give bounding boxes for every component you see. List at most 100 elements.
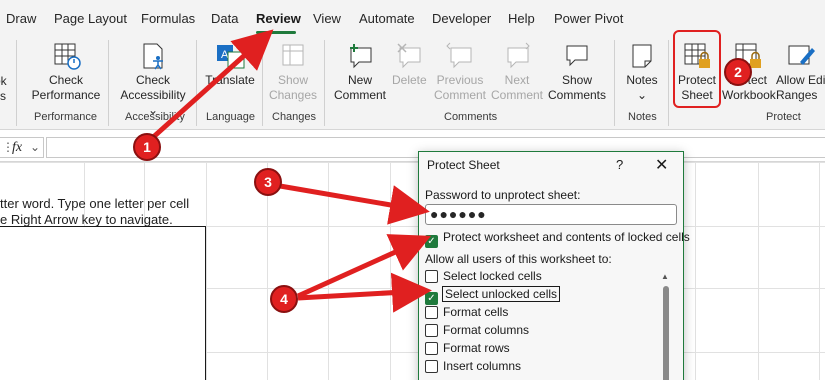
tab-view[interactable]: View (313, 11, 341, 26)
group-label-accessibility: Accessibility (125, 111, 185, 123)
clipped-label-1: ok (0, 74, 7, 88)
allow-edit-ranges-button[interactable]: Allow Edi Ranges (776, 42, 825, 103)
password-field[interactable]: ●●●●●● (425, 204, 677, 225)
new-comment-icon (350, 44, 372, 69)
show-comments-icon (566, 45, 588, 67)
new-comment-label: New Comment (333, 73, 386, 102)
tab-power-pivot[interactable]: Power Pivot (554, 11, 623, 26)
allow-users-label: Allow all users of this worksheet to: (425, 252, 612, 266)
protect-contents-label: Protect worksheet and contents of locked… (443, 230, 690, 244)
checkbox[interactable] (425, 270, 438, 283)
group-separator (108, 40, 109, 126)
group-label-protect: Protect (766, 111, 801, 123)
group-label-notes: Notes (628, 111, 657, 123)
group-separator (16, 40, 17, 126)
tab-review[interactable]: Review (256, 11, 301, 26)
translate-label: Translate (205, 73, 255, 87)
checkbox[interactable] (425, 324, 438, 337)
scrollbar-thumb[interactable] (663, 286, 669, 380)
group-separator (668, 40, 669, 126)
next-comment-label: Next Comment (490, 73, 543, 102)
help-icon[interactable]: ? (616, 157, 623, 172)
show-changes-icon (282, 44, 304, 66)
checkmark-icon[interactable]: ✓ (425, 235, 438, 248)
clipped-label-2: cs (0, 89, 6, 103)
tab-draw[interactable]: Draw (6, 11, 36, 26)
grid-line (206, 162, 207, 380)
option-label: Format columns (443, 323, 530, 337)
protect-contents-checkbox-row[interactable]: ✓ Protect worksheet and contents of locke… (425, 230, 690, 248)
scroll-up-icon[interactable]: ▲ (661, 272, 669, 281)
tab-data[interactable]: Data (211, 11, 238, 26)
cell-instruction-text-1: tter word. Type one letter per cell (0, 196, 190, 211)
fx-icon: fx (12, 140, 23, 155)
clipped-ribbon-button[interactable]: ok cs (0, 74, 12, 104)
previous-comment-label: Previous Comment (433, 73, 486, 102)
option-label: Format rows (443, 341, 510, 355)
password-label: Password to unprotect sheet: (425, 188, 581, 202)
checkbox[interactable] (425, 306, 438, 319)
option-label: Insert columns (443, 359, 522, 373)
notes-label: Notes (626, 73, 658, 87)
check-performance-label: Check Performance (31, 73, 101, 102)
option-format-rows[interactable]: Format rows (425, 341, 510, 357)
check-accessibility-label: Check Accessibility (120, 73, 186, 102)
option-label: Format cells (443, 305, 509, 319)
notes-icon (632, 44, 652, 68)
step-marker-3: 3 (254, 168, 282, 196)
tab-page-layout[interactable]: Page Layout (54, 11, 127, 26)
group-label-language: Language (206, 111, 255, 123)
option-select-unlocked-cells[interactable]: ✓ Select unlocked cells (425, 286, 561, 305)
show-comments-button[interactable]: Show Comments (546, 42, 608, 103)
cell-instruction-text-2: e Right Arrow key to navigate. (0, 212, 173, 227)
grid-line (695, 162, 696, 380)
fx-box[interactable]: ⋮ fx ⌄ (0, 137, 44, 158)
option-format-cells[interactable]: Format cells (425, 305, 508, 321)
performance-grid-icon (54, 43, 81, 70)
new-comment-button[interactable]: New Comment (330, 42, 390, 103)
next-comment-button[interactable]: Next Comment (490, 42, 544, 103)
close-icon[interactable]: ✕ (655, 155, 668, 175)
translate-button[interactable]: A Translate (202, 42, 258, 88)
option-format-columns[interactable]: Format columns (425, 323, 529, 339)
group-label-changes: Changes (272, 111, 317, 123)
show-changes-button[interactable]: Show Changes (266, 42, 320, 103)
previous-comment-button[interactable]: Previous Comment (432, 42, 488, 103)
dialog-title: Protect Sheet (427, 158, 500, 172)
notes-button[interactable]: Notes ⌄ (620, 42, 664, 103)
group-separator (614, 40, 615, 126)
group-separator (324, 40, 325, 126)
checkbox[interactable] (425, 342, 438, 355)
permissions-list: Select locked cells ✓ Select unlocked cel… (423, 269, 679, 380)
grid-line (328, 162, 329, 380)
tab-automate[interactable]: Automate (359, 11, 415, 26)
highlight-protect-sheet (673, 30, 721, 108)
step-marker-1: 1 (133, 133, 161, 161)
check-accessibility-button[interactable]: Check Accessibility ⌄ (114, 42, 192, 118)
checkbox[interactable] (425, 360, 438, 373)
allow-edit-ranges-icon (788, 45, 815, 65)
step-marker-2: 2 (724, 58, 752, 86)
tab-formulas[interactable]: Formulas (141, 11, 195, 26)
grid-line (819, 162, 820, 380)
delete-comment-button[interactable]: Delete (392, 42, 427, 88)
protect-sheet-dialog: Protect Sheet ? ✕ Password to unprotect … (418, 151, 690, 380)
allow-edit-ranges-label: Allow Edi Ranges (776, 73, 825, 102)
grid-line (758, 162, 759, 380)
group-label-comments: Comments (444, 111, 498, 123)
option-select-locked-cells[interactable]: Select locked cells (425, 269, 542, 285)
chevron-down-icon: ⌄ (636, 88, 648, 102)
checkmark-icon[interactable]: ✓ (425, 292, 438, 305)
option-insert-columns[interactable]: Insert columns (425, 359, 521, 375)
grid-line (390, 162, 391, 380)
delete-comment-label: Delete (392, 73, 427, 87)
check-performance-button[interactable]: Check Performance (26, 42, 106, 103)
chevron-down-icon: ⌄ (30, 140, 41, 154)
delete-comment-icon (397, 43, 421, 69)
tab-help[interactable]: Help (508, 11, 535, 26)
show-changes-label: Show Changes (268, 73, 318, 102)
grid-line (0, 162, 825, 163)
tab-developer[interactable]: Developer (432, 11, 491, 26)
bordered-cell-range[interactable] (0, 226, 206, 380)
next-comment-icon (507, 42, 530, 69)
